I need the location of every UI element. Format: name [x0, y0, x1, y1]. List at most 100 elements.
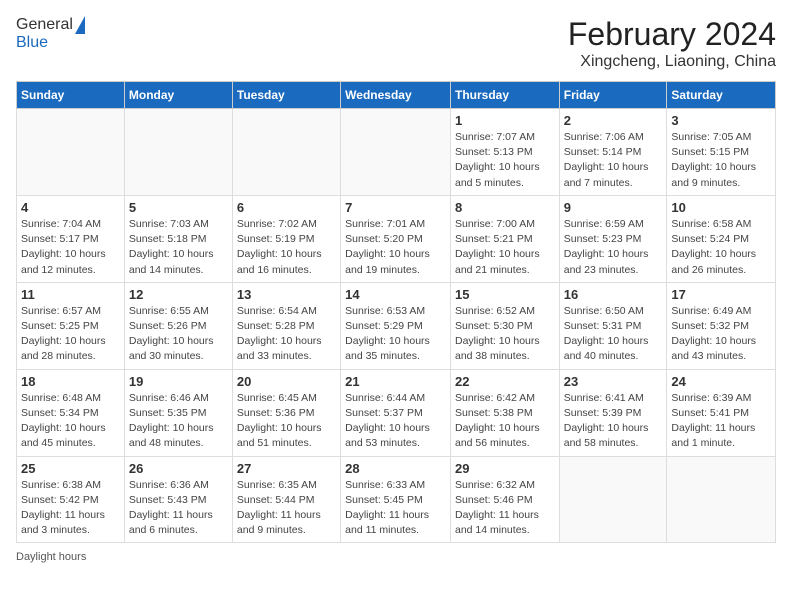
- calendar-cell: 7 Sunrise: 7:01 AMSunset: 5:20 PMDaylight…: [341, 195, 451, 282]
- day-info: Sunrise: 7:07 AMSunset: 5:13 PMDaylight:…: [455, 130, 555, 191]
- calendar-title: February 2024: [568, 16, 776, 53]
- day-info: Sunrise: 7:04 AMSunset: 5:17 PMDaylight:…: [21, 217, 120, 278]
- calendar-cell: 13 Sunrise: 6:54 AMSunset: 5:28 PMDayligh…: [232, 282, 340, 369]
- calendar-cell: 27Sunrise: 6:35 AMSunset: 5:44 PMDayligh…: [232, 456, 340, 543]
- day-info: Sunrise: 7:05 AMSunset: 5:15 PMDaylight:…: [671, 130, 771, 191]
- calendar-cell: 29Sunrise: 6:32 AMSunset: 5:46 PMDayligh…: [450, 456, 559, 543]
- header-day-saturday: Saturday: [667, 82, 776, 109]
- day-info: Sunrise: 7:06 AMSunset: 5:14 PMDaylight:…: [564, 130, 663, 191]
- day-number: 10: [671, 200, 771, 215]
- day-number: 16: [564, 287, 663, 302]
- calendar-cell: 25 Sunrise: 6:38 AMSunset: 5:42 PMDayligh…: [17, 456, 125, 543]
- day-number: 14: [345, 287, 446, 302]
- day-number: 26: [129, 461, 228, 476]
- day-number: 9: [564, 200, 663, 215]
- day-number: 5: [129, 200, 228, 215]
- day-info: Sunrise: 6:38 AMSunset: 5:42 PMDaylight:…: [21, 478, 120, 539]
- header-day-sunday: Sunday: [17, 82, 125, 109]
- day-info: Sunrise: 6:33 AMSunset: 5:45 PMDaylight:…: [345, 478, 446, 539]
- day-number: 13: [237, 287, 336, 302]
- week-row-2: 4 Sunrise: 7:04 AMSunset: 5:17 PMDaylight…: [17, 195, 776, 282]
- calendar-cell: 4 Sunrise: 7:04 AMSunset: 5:17 PMDaylight…: [17, 195, 125, 282]
- calendar-cell: 19 Sunrise: 6:46 AMSunset: 5:35 PMDayligh…: [124, 369, 232, 456]
- day-number: 2: [564, 113, 663, 128]
- calendar-cell: 2 Sunrise: 7:06 AMSunset: 5:14 PMDaylight…: [559, 109, 667, 196]
- day-number: 15: [455, 287, 555, 302]
- calendar-cell: 14Sunrise: 6:53 AMSunset: 5:29 PMDayligh…: [341, 282, 451, 369]
- calendar-subtitle: Xingcheng, Liaoning, China: [568, 53, 776, 71]
- logo-blue-text: Blue: [16, 34, 48, 52]
- calendar-cell: [667, 456, 776, 543]
- header-day-thursday: Thursday: [450, 82, 559, 109]
- day-number: 25: [21, 461, 120, 476]
- calendar-cell: 17Sunrise: 6:49 AMSunset: 5:32 PMDayligh…: [667, 282, 776, 369]
- day-info: Sunrise: 6:41 AMSunset: 5:39 PMDaylight:…: [564, 391, 663, 452]
- day-number: 19: [129, 374, 228, 389]
- calendar-cell: 8Sunrise: 7:00 AMSunset: 5:21 PMDaylight…: [450, 195, 559, 282]
- day-info: Sunrise: 6:52 AMSunset: 5:30 PMDaylight:…: [455, 304, 555, 365]
- calendar-cell: 11 Sunrise: 6:57 AMSunset: 5:25 PMDayligh…: [17, 282, 125, 369]
- day-info: Sunrise: 6:54 AMSunset: 5:28 PMDaylight:…: [237, 304, 336, 365]
- day-number: 18: [21, 374, 120, 389]
- calendar-cell: 5 Sunrise: 7:03 AMSunset: 5:18 PMDaylight…: [124, 195, 232, 282]
- footer-note: Daylight hours: [16, 551, 776, 563]
- day-number: 4: [21, 200, 120, 215]
- day-info: Sunrise: 6:50 AMSunset: 5:31 PMDaylight:…: [564, 304, 663, 365]
- day-info: Sunrise: 6:55 AMSunset: 5:26 PMDaylight:…: [129, 304, 228, 365]
- logo: General Blue: [16, 16, 85, 52]
- calendar-cell: 12 Sunrise: 6:55 AMSunset: 5:26 PMDayligh…: [124, 282, 232, 369]
- day-number: 20: [237, 374, 336, 389]
- day-number: 22: [455, 374, 555, 389]
- calendar-cell: 16 Sunrise: 6:50 AMSunset: 5:31 PMDayligh…: [559, 282, 667, 369]
- calendar-cell: 26 Sunrise: 6:36 AMSunset: 5:43 PMDayligh…: [124, 456, 232, 543]
- calendar-cell: 9 Sunrise: 6:59 AMSunset: 5:23 PMDaylight…: [559, 195, 667, 282]
- calendar-cell: [559, 456, 667, 543]
- calendar-cell: 10 Sunrise: 6:58 AMSunset: 5:24 PMDayligh…: [667, 195, 776, 282]
- week-row-1: 1Sunrise: 7:07 AMSunset: 5:13 PMDaylight…: [17, 109, 776, 196]
- day-info: Sunrise: 7:00 AMSunset: 5:21 PMDaylight:…: [455, 217, 555, 278]
- calendar-cell: [341, 109, 451, 196]
- calendar-cell: 15 Sunrise: 6:52 AMSunset: 5:30 PMDayligh…: [450, 282, 559, 369]
- day-info: Sunrise: 7:01 AMSunset: 5:20 PMDaylight:…: [345, 217, 446, 278]
- day-info: Sunrise: 6:36 AMSunset: 5:43 PMDaylight:…: [129, 478, 228, 539]
- calendar-cell: 28 Sunrise: 6:33 AMSunset: 5:45 PMDayligh…: [341, 456, 451, 543]
- day-number: 28: [345, 461, 446, 476]
- day-info: Sunrise: 6:45 AMSunset: 5:36 PMDaylight:…: [237, 391, 336, 452]
- calendar-cell: [232, 109, 340, 196]
- day-number: 6: [237, 200, 336, 215]
- day-number: 7: [345, 200, 446, 215]
- day-info: Sunrise: 7:02 AMSunset: 5:19 PMDaylight:…: [237, 217, 336, 278]
- day-info: Sunrise: 6:44 AMSunset: 5:37 PMDaylight:…: [345, 391, 446, 452]
- day-info: Sunrise: 6:32 AMSunset: 5:46 PMDaylight:…: [455, 478, 555, 539]
- day-number: 3: [671, 113, 771, 128]
- week-row-3: 11 Sunrise: 6:57 AMSunset: 5:25 PMDayligh…: [17, 282, 776, 369]
- header-day-tuesday: Tuesday: [232, 82, 340, 109]
- calendar-table: SundayMondayTuesdayWednesdayThursdayFrid…: [16, 81, 776, 543]
- day-number: 21: [345, 374, 446, 389]
- calendar-cell: 22Sunrise: 6:42 AMSunset: 5:38 PMDayligh…: [450, 369, 559, 456]
- week-row-5: 25 Sunrise: 6:38 AMSunset: 5:42 PMDayligh…: [17, 456, 776, 543]
- calendar-cell: [17, 109, 125, 196]
- day-number: 17: [671, 287, 771, 302]
- day-info: Sunrise: 6:58 AMSunset: 5:24 PMDaylight:…: [671, 217, 771, 278]
- logo-general-text: General: [16, 16, 73, 34]
- header-day-friday: Friday: [559, 82, 667, 109]
- day-number: 12: [129, 287, 228, 302]
- calendar-cell: 6 Sunrise: 7:02 AMSunset: 5:19 PMDaylight…: [232, 195, 340, 282]
- day-info: Sunrise: 6:59 AMSunset: 5:23 PMDaylight:…: [564, 217, 663, 278]
- day-number: 23: [564, 374, 663, 389]
- page-header: General Blue February 2024 Xingcheng, Li…: [16, 16, 776, 71]
- logo-triangle-icon: [75, 16, 85, 34]
- calendar-cell: 1Sunrise: 7:07 AMSunset: 5:13 PMDaylight…: [450, 109, 559, 196]
- day-number: 11: [21, 287, 120, 302]
- header-day-monday: Monday: [124, 82, 232, 109]
- day-number: 24: [671, 374, 771, 389]
- day-info: Sunrise: 6:46 AMSunset: 5:35 PMDaylight:…: [129, 391, 228, 452]
- calendar-header-row: SundayMondayTuesdayWednesdayThursdayFrid…: [17, 82, 776, 109]
- calendar-cell: 3 Sunrise: 7:05 AMSunset: 5:15 PMDaylight…: [667, 109, 776, 196]
- day-number: 27: [237, 461, 336, 476]
- calendar-cell: 18Sunrise: 6:48 AMSunset: 5:34 PMDayligh…: [17, 369, 125, 456]
- day-info: Sunrise: 6:57 AMSunset: 5:25 PMDaylight:…: [21, 304, 120, 365]
- title-block: February 2024 Xingcheng, Liaoning, China: [568, 16, 776, 71]
- day-info: Sunrise: 7:03 AMSunset: 5:18 PMDaylight:…: [129, 217, 228, 278]
